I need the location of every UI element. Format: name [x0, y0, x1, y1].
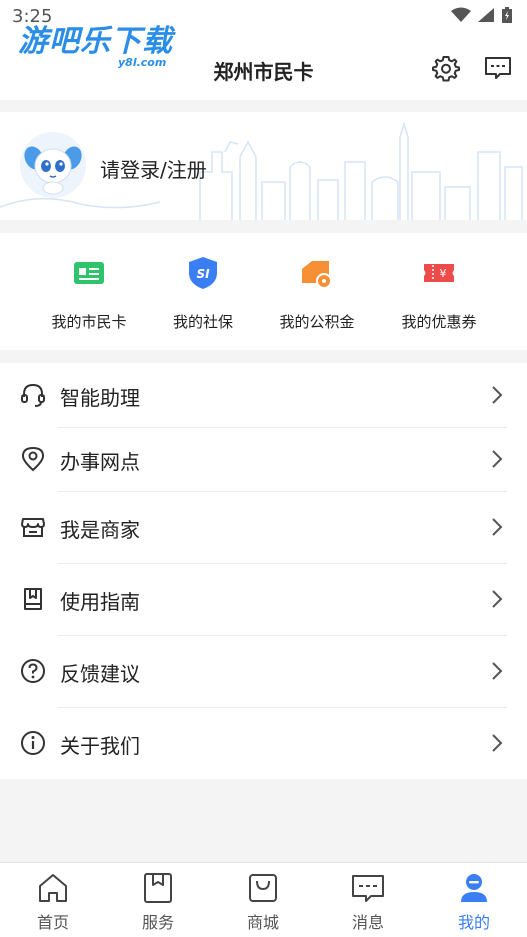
battery-icon	[502, 7, 512, 23]
social-security-icon: SI	[189, 257, 217, 289]
tab-label: 商城	[246, 913, 279, 932]
tab-label: 服务	[141, 913, 174, 932]
avatar[interactable]	[20, 132, 86, 198]
status-icons	[451, 6, 513, 24]
watermark-logo: 游吧乐下载 y8l.com	[18, 16, 173, 69]
menu-item-label: 智能助理	[60, 386, 140, 410]
quick-action-housing-fund[interactable]: 我的公积金	[262, 255, 372, 332]
headset-icon	[21, 383, 45, 407]
shopping-bag-icon	[249, 874, 277, 902]
bookmark-icon	[144, 873, 172, 903]
menu-item-merchant[interactable]: 我是商家	[0, 495, 527, 559]
watermark-logo-text: 游吧乐下载	[18, 24, 173, 59]
quick-action-label: 我的优惠券	[401, 313, 477, 331]
menu-item-service-points[interactable]: 办事网点	[0, 427, 527, 491]
bottom-tab-bar: 首页 服务 商城 消息 我的	[0, 862, 527, 937]
tab-label: 消息	[351, 913, 384, 932]
store-icon	[21, 518, 45, 537]
chevron-right-icon	[492, 734, 503, 752]
divider	[58, 707, 507, 708]
profile-card[interactable]: 请登录/注册	[0, 112, 527, 220]
quick-action-citizen-card[interactable]: 我的市民卡	[34, 255, 144, 332]
book-icon	[24, 588, 42, 610]
signal-icon	[478, 8, 494, 22]
tab-label: 首页	[36, 913, 69, 932]
home-icon	[39, 874, 67, 902]
menu-item-smart-assistant[interactable]: 智能助理	[0, 363, 527, 427]
menu-item-label: 我是商家	[60, 518, 140, 542]
message-icon	[352, 875, 384, 902]
menu-item-feedback[interactable]: 反馈建议	[0, 639, 527, 703]
tab-services[interactable]: 服务	[118, 871, 198, 933]
quick-action-social-security[interactable]: SI 我的社保	[148, 255, 258, 332]
menu-item-label: 使用指南	[60, 590, 140, 614]
chevron-right-icon	[492, 386, 503, 404]
menu-item-user-guide[interactable]: 使用指南	[0, 567, 527, 631]
fund-icon	[302, 261, 332, 289]
chevron-right-icon	[492, 590, 503, 608]
coupon-icon: ¥	[424, 264, 454, 282]
quick-action-coupons[interactable]: ¥ 我的优惠券	[384, 255, 494, 332]
quick-action-label: 我的社保	[172, 313, 233, 331]
divider	[58, 635, 507, 636]
menu-item-about-us[interactable]: 关于我们	[0, 711, 527, 775]
tab-messages[interactable]: 消息	[328, 871, 408, 933]
tab-mine[interactable]: 我的	[434, 871, 514, 933]
app-header: 游吧乐下载 y8l.com 郑州市民卡	[0, 24, 527, 100]
user-icon	[461, 874, 487, 902]
chevron-right-icon	[492, 662, 503, 680]
message-icon[interactable]	[484, 54, 512, 82]
quick-actions: 我的市民卡 SI 我的社保 我的公积金 ¥ 我的优惠券	[0, 233, 527, 350]
login-register-link[interactable]: 请登录/注册	[100, 154, 207, 183]
quick-action-label: 我的公积金	[279, 313, 355, 331]
divider	[58, 563, 507, 564]
tab-mall[interactable]: 商城	[223, 871, 303, 933]
location-pin-icon	[21, 446, 45, 472]
tab-label: 我的	[457, 913, 490, 932]
info-icon	[21, 731, 45, 755]
menu-list: 智能助理 办事网点 我是商家 使用指南 反馈建议 关于我们	[0, 363, 527, 779]
question-icon	[21, 659, 45, 683]
svg-text:SI: SI	[196, 267, 210, 281]
settings-icon[interactable]	[432, 54, 460, 82]
chevron-right-icon	[492, 450, 503, 468]
menu-item-label: 反馈建议	[60, 662, 140, 686]
chevron-right-icon	[492, 518, 503, 536]
tab-home[interactable]: 首页	[13, 871, 93, 933]
divider	[58, 491, 507, 492]
card-icon	[74, 262, 104, 284]
wifi-icon	[451, 7, 471, 22]
svg-text:¥: ¥	[440, 267, 447, 280]
quick-action-label: 我的市民卡	[51, 313, 127, 331]
menu-item-label: 关于我们	[60, 734, 140, 758]
menu-item-label: 办事网点	[60, 450, 140, 474]
